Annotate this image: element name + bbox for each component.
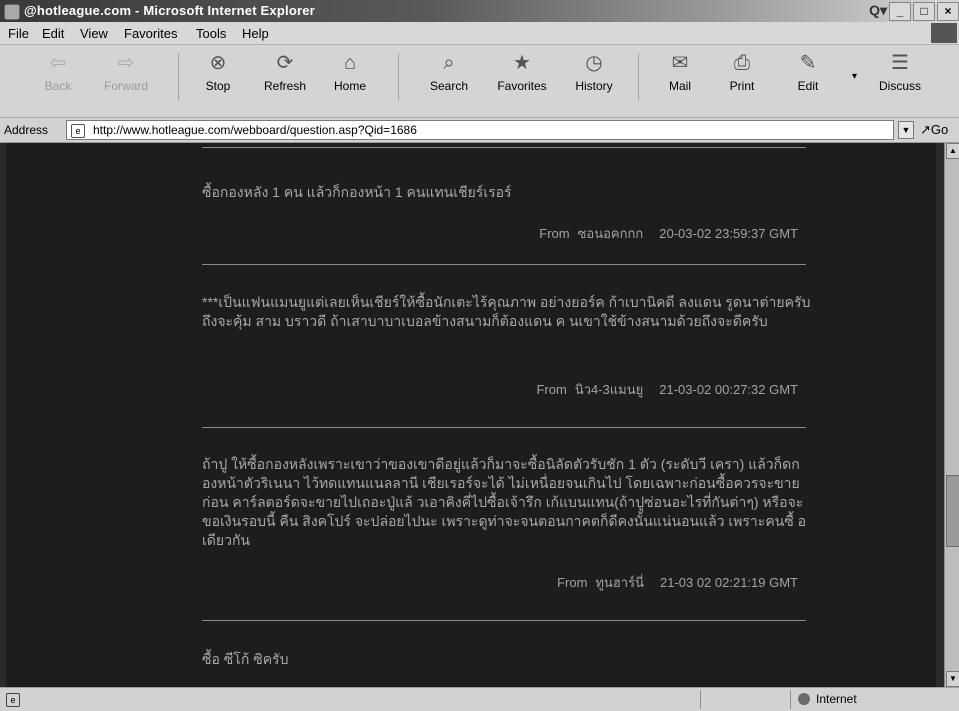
go-label: Go xyxy=(930,122,949,137)
post-text: ซื้อ ซีโก้ ซิครับ xyxy=(202,651,289,667)
stop-button[interactable]: ⊗ Stop xyxy=(188,51,248,93)
toolbar-separator xyxy=(398,53,399,101)
windows-logo-icon xyxy=(931,23,957,43)
post-text: ซื้อกองหลัง 1 คน แล้วก็กองหน้า 1 คนแทนเช… xyxy=(202,184,512,200)
post-timestamp: 21-03-02 00:27:32 GMT xyxy=(659,382,798,397)
zone-label: Internet xyxy=(816,692,857,706)
favorites-label: Favorites xyxy=(497,79,547,93)
standard-toolbar: ⇦ Back ⇨ Forward ⊗ Stop ⟳ Refresh ⌂ Home… xyxy=(0,45,959,118)
address-label: Address xyxy=(4,123,49,137)
menu-edit[interactable]: Edit xyxy=(42,26,64,41)
forward-button[interactable]: ⇨ Forward xyxy=(96,51,156,93)
titlebar-search-icon[interactable]: Q▾ xyxy=(869,2,887,19)
post-timestamp: 21-03 02 02:21:19 GMT xyxy=(659,575,798,590)
menu-bar: File Edit View Favorites Tools Help xyxy=(0,22,959,45)
mail-label: Mail xyxy=(668,79,691,93)
home-icon: ⌂ xyxy=(343,52,357,74)
post-divider xyxy=(202,427,806,428)
discuss-button[interactable]: ☰ Discuss xyxy=(870,51,930,93)
scrollbar-thumb[interactable] xyxy=(946,475,959,547)
address-input[interactable]: e http://www.hotleague.com/webboard/ques… xyxy=(66,120,894,140)
post-from-label: From xyxy=(536,382,567,397)
minimize-button[interactable]: _ xyxy=(889,2,911,21)
history-icon: ◷ xyxy=(585,52,603,74)
forward-arrow-icon: ⇨ xyxy=(117,52,135,74)
home-label: Home xyxy=(333,79,366,93)
mail-button[interactable]: ✉ Mail xyxy=(650,51,710,93)
home-button[interactable]: ⌂ Home xyxy=(320,51,380,93)
post-author: ซอนอคกกก xyxy=(577,226,644,241)
toolbar-separator xyxy=(178,53,179,101)
window-title: @hotleague.com - Microsoft Internet Expl… xyxy=(24,3,315,18)
print-label: Print xyxy=(729,79,755,93)
mail-icon: ✉ xyxy=(671,52,689,74)
menu-view[interactable]: View xyxy=(80,26,108,41)
back-button[interactable]: ⇦ Back xyxy=(28,51,88,93)
history-button[interactable]: ◷ History xyxy=(564,51,624,93)
post-divider xyxy=(202,264,806,265)
refresh-label: Refresh xyxy=(263,79,307,93)
menu-favorites[interactable]: Favorites xyxy=(124,26,177,41)
refresh-button[interactable]: ⟳ Refresh xyxy=(255,51,315,93)
search-button[interactable]: ⌕ Search xyxy=(419,51,479,93)
post-timestamp: 20-03-02 23:59:37 GMT xyxy=(659,226,798,241)
back-arrow-icon: ⇦ xyxy=(49,52,67,74)
scroll-down-icon[interactable]: ▼ xyxy=(946,671,959,687)
post-from-label: From xyxy=(539,226,570,241)
edit-button[interactable]: ✎ Edit xyxy=(778,51,838,93)
internet-globe-icon xyxy=(798,693,810,705)
refresh-icon: ⟳ xyxy=(276,52,294,74)
back-label: Back xyxy=(44,79,72,93)
status-divider xyxy=(700,690,701,709)
address-bar: Address e http://www.hotleague.com/webbo… xyxy=(0,118,959,143)
page-icon: e xyxy=(71,124,85,138)
post-divider xyxy=(202,147,806,148)
page-content: ซื้อกองหลัง 1 คน แล้วก็กองหน้า 1 คนแทนเช… xyxy=(0,143,944,687)
favorites-icon: ★ xyxy=(513,52,531,74)
print-icon: ⎙ xyxy=(734,52,750,74)
forward-label: Forward xyxy=(103,79,148,93)
menu-file[interactable]: File xyxy=(8,26,29,41)
status-divider xyxy=(790,690,791,709)
status-bar: e Internet xyxy=(0,687,959,711)
post-meta: From ทูนฮาร์นี่ 21-03 02 02:21:19 GMT xyxy=(557,572,798,593)
menu-help[interactable]: Help xyxy=(242,26,269,41)
menu-tools[interactable]: Tools xyxy=(196,26,226,41)
post-author: นิว4-3แมนยู xyxy=(574,382,644,397)
post-text: ถ้าปู ให้ซื้อกองหลังเพราะเขาว่าของเขาดีอ… xyxy=(202,456,807,548)
history-label: History xyxy=(575,79,613,93)
webboard-panel: ซื้อกองหลัง 1 คน แล้วก็กองหน้า 1 คนแทนเช… xyxy=(6,143,936,687)
post-from-label: From xyxy=(557,575,588,590)
favorites-button[interactable]: ★ Favorites xyxy=(492,51,552,93)
discuss-label: Discuss xyxy=(878,79,921,93)
post-meta: From นิว4-3แมนยู 21-03-02 00:27:32 GMT xyxy=(536,379,798,400)
toolbar-separator xyxy=(638,53,639,101)
edit-label: Edit xyxy=(797,79,819,93)
edit-icon: ✎ xyxy=(799,52,817,74)
vertical-scrollbar[interactable]: ▲ ▼ xyxy=(944,143,959,687)
post-text: ***เป็นแฟนแมนยูแต่เลยเห็นเชียร์ให้ซื้อนั… xyxy=(202,294,811,329)
edit-dropdown-icon[interactable]: ▾ xyxy=(852,71,857,82)
ie-app-icon xyxy=(4,4,20,20)
maximize-button[interactable]: □ xyxy=(913,2,935,21)
discuss-icon: ☰ xyxy=(891,52,909,74)
close-button[interactable]: × xyxy=(937,2,959,21)
print-button[interactable]: ⎙ Print xyxy=(712,51,772,93)
search-icon: ⌕ xyxy=(443,52,455,74)
search-label: Search xyxy=(429,79,469,93)
post-divider xyxy=(202,620,806,621)
go-arrow-icon: ↗ xyxy=(920,122,931,137)
go-button[interactable]: ↗Go xyxy=(920,122,948,138)
stop-icon: ⊗ xyxy=(209,52,227,74)
address-dropdown-icon[interactable]: ▼ xyxy=(898,121,914,139)
scroll-up-icon[interactable]: ▲ xyxy=(946,143,959,159)
security-zone: Internet xyxy=(798,692,857,706)
page-status-icon: e xyxy=(6,693,20,707)
post-author: ทูนฮาร์นี่ xyxy=(595,575,644,590)
address-url[interactable]: http://www.hotleague.com/webboard/questi… xyxy=(93,123,417,137)
post-meta: From ซอนอคกกก 20-03-02 23:59:37 GMT xyxy=(539,223,798,244)
stop-label: Stop xyxy=(205,79,231,93)
window-title-bar: @hotleague.com - Microsoft Internet Expl… xyxy=(0,0,959,22)
